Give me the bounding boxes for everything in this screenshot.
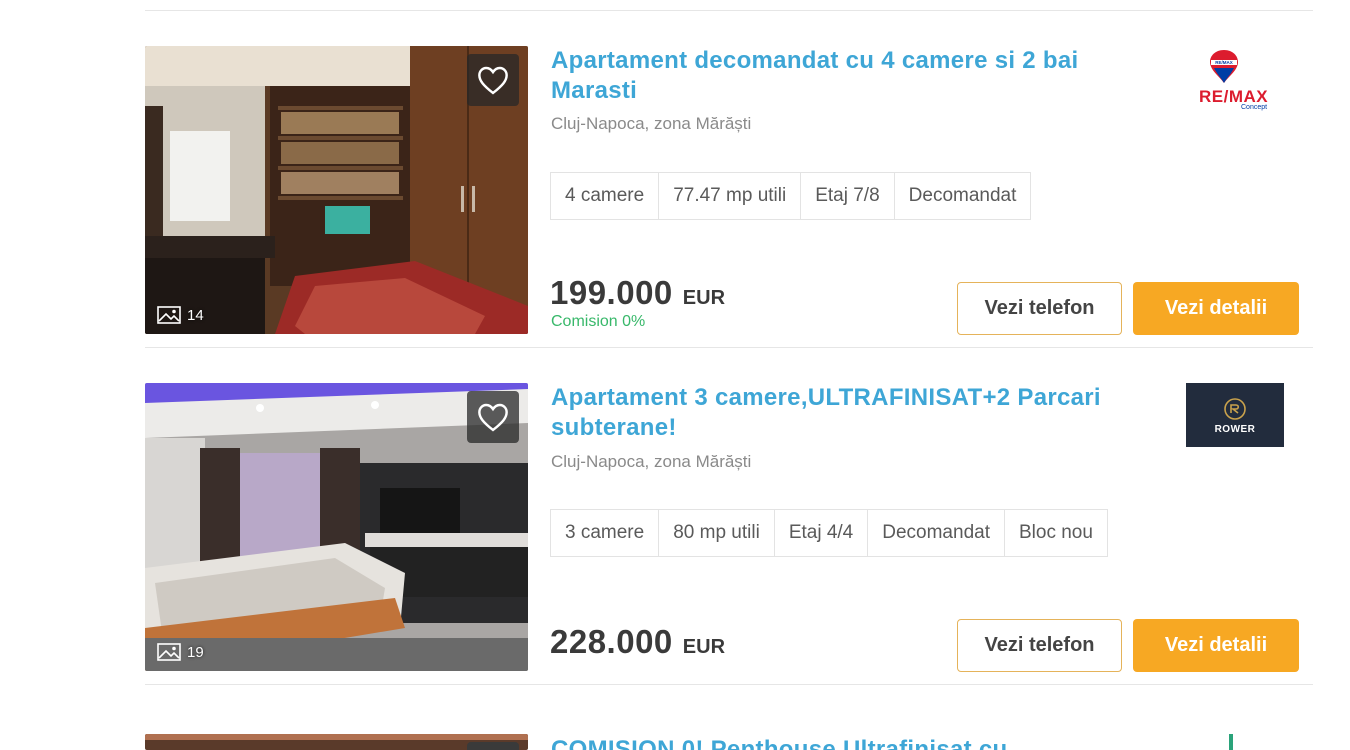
feature-floor: Etaj 7/8 [801, 173, 895, 219]
show-phone-button[interactable]: Vezi telefon [957, 619, 1122, 672]
heart-icon [478, 66, 508, 95]
agency-logo-remax[interactable]: RE/MAX RE/MAX Concept [1193, 46, 1277, 116]
price-amount: 199.000 [550, 274, 673, 311]
listing-location: Cluj-Napoca, zona Mărăști [551, 114, 752, 133]
listing-divider [145, 347, 1313, 348]
top-divider [145, 10, 1313, 11]
photo-count-value: 14 [187, 306, 204, 324]
listing-card: COMISION 0! Penthouse Ultrafinisat cu [145, 734, 1313, 750]
view-details-button[interactable]: Vezi detalii [1133, 282, 1299, 335]
photo-top-edge [145, 734, 528, 740]
image-gallery-icon [157, 306, 181, 324]
listing-title[interactable]: Apartament decomandat cu 4 camere si 2 b… [551, 46, 1131, 106]
feature-floor: Etaj 4/4 [775, 510, 869, 556]
favorite-button[interactable] [467, 391, 519, 443]
svg-text:RE/MAX: RE/MAX [1215, 60, 1233, 65]
image-gallery-icon [157, 643, 181, 661]
listing-card: 19 Apartament 3 camere,ULTRAFINISAT+2 Pa… [145, 383, 1313, 685]
listing-title[interactable]: COMISION 0! Penthouse Ultrafinisat cu [551, 735, 1131, 750]
listing-card: 14 Apartament decomandat cu 4 camere si … [145, 46, 1313, 348]
feature-area: 77.47 mp utili [659, 173, 802, 219]
listing-divider [145, 684, 1313, 685]
listing-photo[interactable]: 14 [145, 46, 528, 334]
photo-count: 19 [157, 643, 204, 661]
feature-building: Bloc nou [1018, 522, 1093, 543]
feature-rooms: 3 camere [551, 510, 660, 556]
listing-photo[interactable]: 19 [145, 383, 528, 671]
agency-logo-partial[interactable] [1229, 734, 1233, 750]
price-amount: 228.000 [550, 623, 673, 660]
agency-name: ROWER [1214, 423, 1256, 435]
feature-rooms: 4 camere [551, 173, 660, 219]
listing-features: 4 camere 77.47 mp utili Etaj 7/8 Decoman… [550, 172, 1032, 220]
listing-photo[interactable] [145, 734, 528, 750]
listing-price: 228.000 EUR [550, 623, 725, 661]
listing-location: Cluj-Napoca, zona Mărăști [551, 452, 752, 471]
price-currency: EUR [682, 287, 726, 309]
favorite-button[interactable] [467, 742, 519, 750]
feature-layout: Decomandat [908, 185, 1017, 206]
agency-logo-rower[interactable]: ROWER [1186, 383, 1284, 447]
price-currency: EUR [682, 636, 726, 658]
feature-area: 80 mp utili [659, 510, 775, 556]
heart-icon [478, 403, 508, 432]
favorite-button[interactable] [467, 54, 519, 106]
commission-label: Comision 0% [551, 313, 646, 330]
agency-subtitle: Concept [1241, 104, 1268, 111]
view-details-button[interactable]: Vezi detalii [1133, 619, 1299, 672]
show-phone-button[interactable]: Vezi telefon [957, 282, 1122, 335]
feature-layout: Decomandat [868, 510, 1005, 556]
listing-price: 199.000 EUR [550, 274, 725, 312]
photo-count: 14 [157, 306, 204, 324]
photo-count-value: 19 [187, 643, 204, 661]
listing-title[interactable]: Apartament 3 camere,ULTRAFINISAT+2 Parca… [551, 383, 1131, 443]
listing-features: 3 camere 80 mp utili Etaj 4/4 Decomandat… [550, 509, 1108, 557]
rower-emblem-icon [1224, 397, 1246, 420]
